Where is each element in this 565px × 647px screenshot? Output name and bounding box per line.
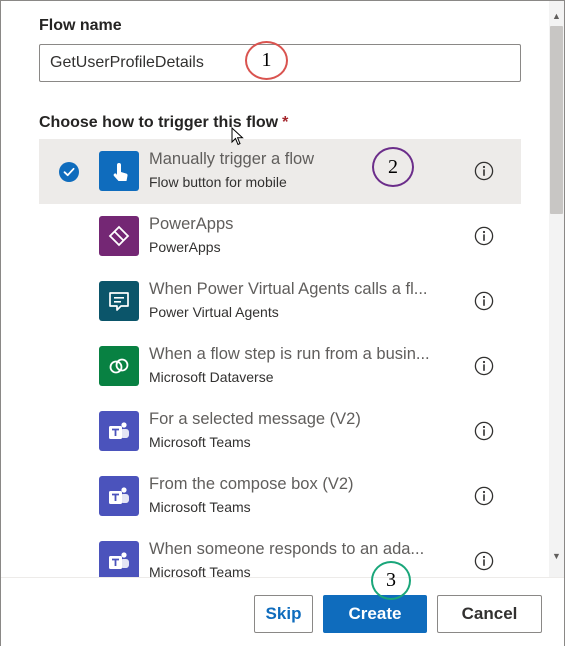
trigger-list: Manually trigger a flow Flow button for … — [39, 139, 521, 577]
dialog-footer: Skip Create Cancel — [1, 577, 564, 647]
trigger-item-teams-compose-box[interactable]: From the compose box (V2) Microsoft Team… — [39, 464, 521, 529]
trigger-title: When a flow step is run from a busin... — [149, 345, 430, 363]
trigger-title: When Power Virtual Agents calls a fl... — [149, 280, 428, 298]
chat-bot-icon — [99, 281, 139, 321]
info-icon[interactable] — [474, 486, 494, 506]
info-icon[interactable] — [474, 421, 494, 441]
create-button[interactable]: Create — [323, 595, 427, 633]
dialog-scroll-area[interactable]: Flow name Choose how to trigger this flo… — [1, 1, 549, 577]
annotation-circle-3: 3 — [371, 561, 411, 600]
vertical-scrollbar[interactable]: ▲ ▼ — [549, 1, 564, 577]
trigger-subtitle: Microsoft Teams — [149, 499, 251, 515]
touch-icon — [99, 151, 139, 191]
trigger-subtitle: PowerApps — [149, 239, 221, 255]
selected-check-icon — [59, 162, 79, 182]
info-icon[interactable] — [474, 161, 494, 181]
scroll-thumb[interactable] — [550, 26, 563, 214]
info-icon[interactable] — [474, 356, 494, 376]
trigger-label: Choose how to trigger this flow * — [39, 114, 288, 132]
annotation-circle-1: 1 — [245, 41, 288, 80]
required-marker: * — [282, 114, 289, 131]
trigger-item-powerapps[interactable]: PowerApps PowerApps — [39, 204, 521, 269]
scroll-up-arrow-icon[interactable]: ▲ — [552, 11, 561, 21]
trigger-subtitle: Microsoft Teams — [149, 434, 251, 450]
trigger-subtitle: Microsoft Dataverse — [149, 369, 274, 385]
trigger-item-dataverse[interactable]: When a flow step is run from a busin... … — [39, 334, 521, 399]
scroll-down-arrow-icon[interactable]: ▼ — [552, 551, 561, 561]
trigger-title: For a selected message (V2) — [149, 410, 361, 428]
trigger-item-manually-trigger[interactable]: Manually trigger a flow Flow button for … — [39, 139, 521, 204]
flow-name-label: Flow name — [39, 17, 122, 34]
trigger-subtitle: Microsoft Teams — [149, 564, 251, 577]
dataverse-icon — [99, 346, 139, 386]
annotation-circle-2: 2 — [372, 147, 414, 187]
trigger-item-teams-adaptive-card[interactable]: When someone responds to an ada... Micro… — [39, 529, 521, 577]
create-flow-dialog: Flow name Choose how to trigger this flo… — [0, 0, 565, 647]
skip-button[interactable]: Skip — [254, 595, 313, 633]
teams-icon — [99, 476, 139, 516]
cancel-button[interactable]: Cancel — [437, 595, 542, 633]
trigger-item-teams-selected-message[interactable]: For a selected message (V2) Microsoft Te… — [39, 399, 521, 464]
trigger-subtitle: Power Virtual Agents — [149, 304, 279, 320]
trigger-title: When someone responds to an ada... — [149, 540, 425, 558]
info-icon[interactable] — [474, 226, 494, 246]
powerapps-icon — [99, 216, 139, 256]
teams-icon — [99, 411, 139, 451]
teams-icon — [99, 541, 139, 577]
trigger-title: PowerApps — [149, 215, 234, 233]
mouse-cursor-icon — [231, 127, 244, 146]
trigger-subtitle: Flow button for mobile — [149, 174, 287, 190]
info-icon[interactable] — [474, 291, 494, 311]
info-icon[interactable] — [474, 551, 494, 571]
trigger-title: From the compose box (V2) — [149, 475, 354, 493]
trigger-item-power-virtual-agents[interactable]: When Power Virtual Agents calls a fl... … — [39, 269, 521, 334]
